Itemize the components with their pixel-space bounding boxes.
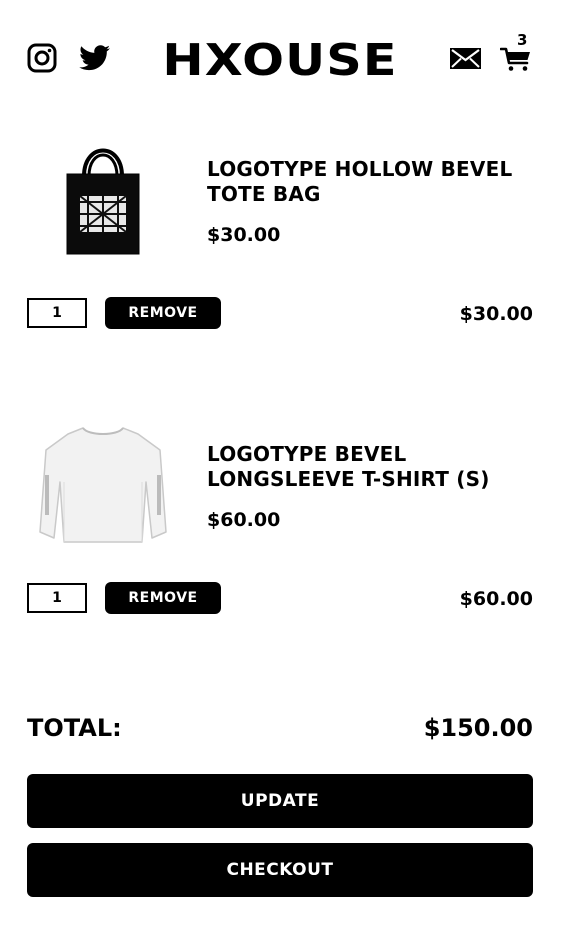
item-price: $60.00 (207, 509, 281, 531)
instagram-icon[interactable] (27, 43, 57, 73)
checkout-button[interactable]: CHECKOUT (27, 843, 533, 897)
quantity-input[interactable]: 1 (27, 583, 87, 613)
cart-count-badge: 3 (517, 31, 528, 49)
longsleeve-shirt-image[interactable] (28, 420, 178, 550)
line-total: $30.00 (459, 303, 533, 325)
site-header: HXOUSE 3 (0, 0, 561, 110)
item-title[interactable]: LOGOTYPE HOLLOW BEVEL TOTE BAG (207, 157, 537, 207)
total-value: $150.00 (423, 714, 533, 742)
line-total: $60.00 (459, 588, 533, 610)
update-button[interactable]: UPDATE (27, 774, 533, 828)
item-price: $30.00 (207, 224, 281, 246)
tote-bag-image[interactable] (28, 136, 178, 266)
mail-icon[interactable] (450, 48, 481, 69)
brand-logo[interactable]: HXOUSE (134, 36, 425, 86)
total-label: TOTAL: (27, 714, 122, 742)
twitter-icon[interactable] (79, 44, 111, 72)
remove-button[interactable]: REMOVE (105, 582, 221, 614)
item-title[interactable]: LOGOTYPE BEVEL LONGSLEEVE T-SHIRT (S) (207, 442, 537, 492)
remove-button[interactable]: REMOVE (105, 297, 221, 329)
cart-icon[interactable] (500, 46, 532, 72)
quantity-input[interactable]: 1 (27, 298, 87, 328)
